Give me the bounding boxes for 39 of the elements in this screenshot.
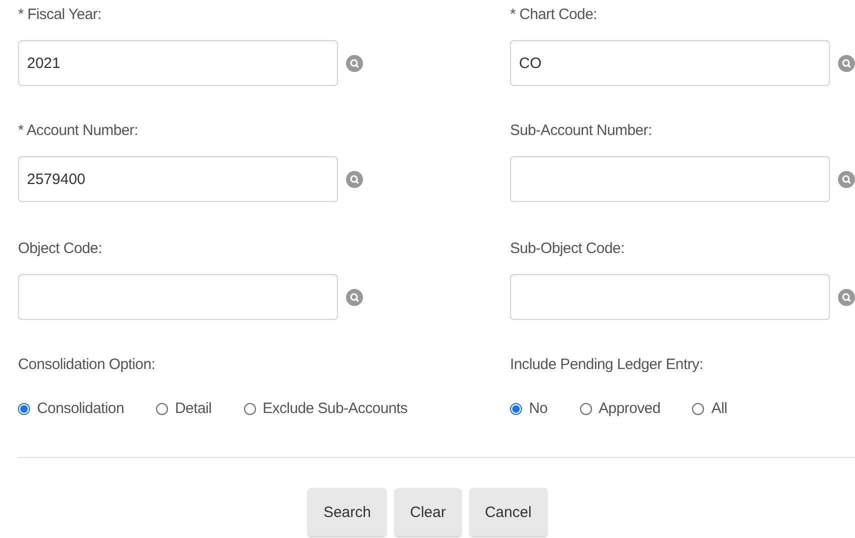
search-icon[interactable] bbox=[838, 170, 855, 188]
radio-icon[interactable] bbox=[580, 402, 592, 414]
input-field[interactable]: 2579400 bbox=[18, 156, 338, 202]
radio-option[interactable]: Approved bbox=[580, 400, 660, 417]
radio-option[interactable]: Detail bbox=[156, 400, 212, 417]
action-button[interactable]: Clear bbox=[394, 488, 461, 536]
search-icon[interactable] bbox=[838, 288, 855, 306]
radio-option[interactable]: All bbox=[692, 400, 728, 417]
field-label: Object Code: bbox=[18, 240, 103, 258]
radio-icon[interactable] bbox=[156, 402, 168, 414]
option-label: No bbox=[529, 400, 548, 417]
option-label: Consolidation bbox=[37, 400, 124, 417]
input-field[interactable] bbox=[18, 274, 338, 320]
radio-icon[interactable] bbox=[18, 402, 30, 414]
field-label: * Chart Code: bbox=[510, 6, 598, 24]
input-field[interactable] bbox=[510, 274, 830, 320]
field-label: Sub-Object Code: bbox=[510, 240, 626, 258]
input-field[interactable]: CO bbox=[510, 40, 830, 86]
search-icon[interactable] bbox=[346, 54, 363, 72]
field-label: * Account Number: bbox=[18, 122, 139, 140]
search-icon[interactable] bbox=[346, 288, 363, 306]
radio-option[interactable]: Consolidation bbox=[18, 400, 124, 417]
action-button[interactable]: Cancel bbox=[470, 488, 547, 536]
field-label: * Fiscal Year: bbox=[18, 6, 102, 24]
search-icon[interactable] bbox=[346, 170, 363, 188]
radio-icon[interactable] bbox=[692, 402, 704, 414]
input-field[interactable]: 2021 bbox=[18, 40, 338, 86]
group-label: Include Pending Ledger Entry: bbox=[510, 356, 704, 374]
option-label: All bbox=[711, 400, 728, 417]
radio-icon[interactable] bbox=[244, 402, 256, 414]
option-label: Detail bbox=[175, 400, 212, 417]
input-field[interactable] bbox=[510, 156, 830, 202]
radio-option[interactable]: No bbox=[510, 400, 548, 417]
radio-icon[interactable] bbox=[510, 402, 522, 414]
search-icon[interactable] bbox=[838, 54, 855, 72]
group-label: Consolidation Option: bbox=[18, 356, 156, 374]
field-label: Sub-Account Number: bbox=[510, 122, 653, 140]
action-button[interactable]: Search bbox=[308, 488, 386, 536]
option-label: Approved bbox=[598, 400, 660, 417]
